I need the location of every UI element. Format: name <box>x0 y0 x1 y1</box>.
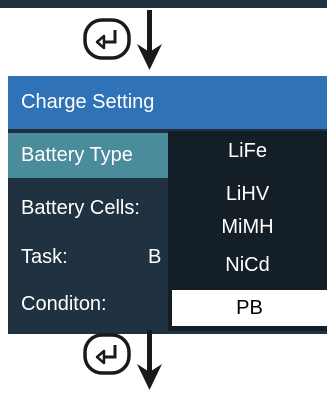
option-mimh[interactable]: MiMH <box>168 209 327 245</box>
screen-title: Charge Setting <box>8 76 327 129</box>
enter-step-bottom <box>75 330 185 390</box>
menu-row-label: Task: <box>21 246 68 268</box>
menu-row-label: Battery Type <box>21 144 133 166</box>
charger-ui-diagram: Charge Setting Battery Type Battery Cell… <box>0 0 327 396</box>
option-lihv[interactable]: LiHV <box>168 176 327 212</box>
menu-row-label: Conditon: <box>21 293 107 315</box>
enter-step-top <box>75 10 185 70</box>
down-arrow-icon <box>137 330 162 390</box>
option-pb[interactable]: PB <box>172 290 327 326</box>
charge-setting-screen: Charge Setting Battery Type Battery Cell… <box>8 76 327 334</box>
previous-screen-edge <box>0 0 327 8</box>
battery-type-dropdown[interactable]: LiFe LiHV MiMH NiCd PB <box>168 131 327 331</box>
option-nicd[interactable]: NiCd <box>168 247 327 283</box>
option-life[interactable]: LiFe <box>168 133 327 169</box>
down-arrow-icon <box>137 10 162 70</box>
menu-row-value: B <box>148 246 162 268</box>
menu-row-label: Battery Cells: <box>21 197 140 219</box>
